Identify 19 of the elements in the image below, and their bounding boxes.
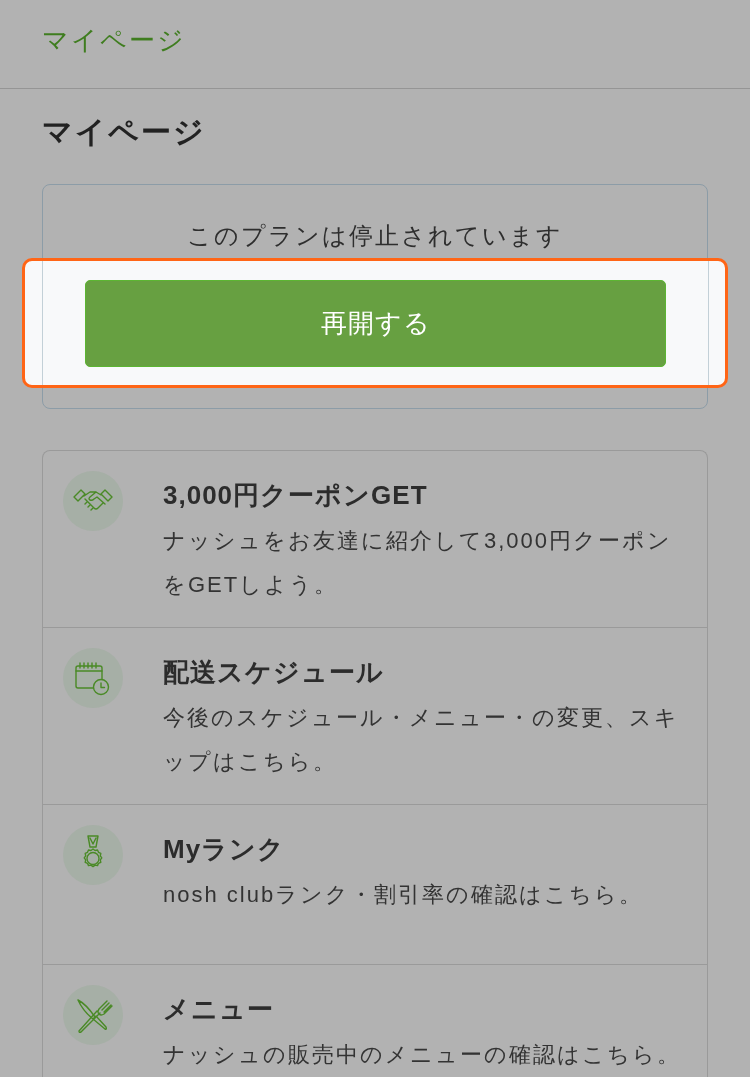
fork-knife-icon	[63, 985, 123, 1045]
item-title: 配送スケジュール	[163, 656, 384, 689]
plan-paused-message: このプランは停止されています	[187, 221, 563, 251]
calendar-clock-icon	[63, 648, 123, 708]
page-title: マイページ	[42, 114, 206, 150]
menu-list-item[interactable]: メニュー ナッシュの販売中のメニューの確認はこちら。	[43, 965, 707, 1077]
item-description: ナッシュをお友達に紹介して3,000円クーポンをGETしよう。	[163, 527, 674, 599]
item-title: 3,000円クーポンGET	[163, 479, 428, 512]
menu-list-item[interactable]: 配送スケジュール 今後のスケジュール・メニュー・の変更、スキップはこちら。	[43, 628, 707, 805]
medal-icon	[63, 825, 123, 885]
item-description: 今後のスケジュール・メニュー・の変更、スキップはこちら。	[163, 704, 680, 776]
header-title: マイページ	[42, 24, 186, 57]
menu-list-item[interactable]: Myランク nosh clubランク・割引率の確認はこちら。	[43, 805, 707, 965]
menu-list-item[interactable]: 3,000円クーポンGET ナッシュをお友達に紹介して3,000円クーポンをGETしよう。	[43, 451, 707, 628]
item-title: Myランク	[163, 833, 286, 866]
item-title: メニュー	[163, 993, 274, 1026]
item-description: nosh clubランク・割引率の確認はこちら。	[163, 881, 644, 909]
item-description: ナッシュの販売中のメニューの確認はこちら。	[163, 1041, 681, 1069]
handshake-icon	[63, 471, 123, 531]
